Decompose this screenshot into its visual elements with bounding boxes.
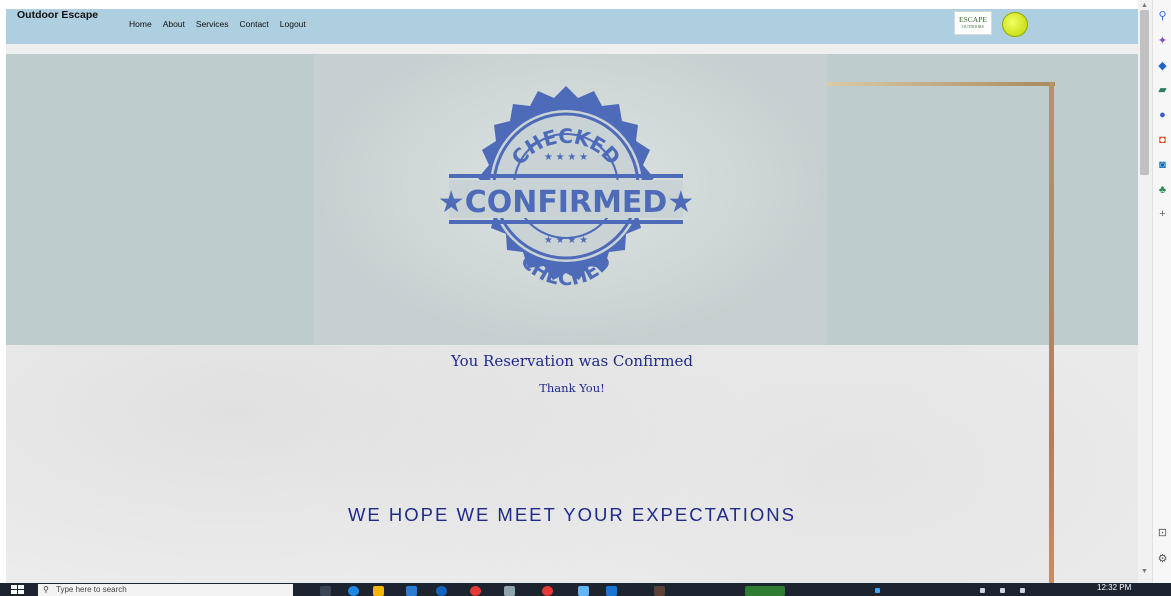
screen: Outdoor Escape Home About Services Conta… — [0, 0, 1171, 596]
battery-icon[interactable] — [1020, 588, 1025, 593]
confirmed-stamp: CHECKED ★ ★ ★ ★ ★CONFIRMED★ ★ ★ ★ ★ CHEC… — [439, 86, 693, 290]
taskbar-search-placeholder: Type here to search — [56, 585, 127, 594]
outlook-icon[interactable]: ◙ — [1156, 159, 1169, 172]
confirmation-subtitle: Thank You! — [539, 381, 605, 395]
tagline: WE HOPE WE MEET YOUR EXPECTATIONS — [347, 504, 797, 525]
navbar: Outdoor Escape Home About Services Conta… — [6, 9, 1138, 44]
stamp-center-text: ★CONFIRMED★ — [439, 185, 693, 220]
decor-frame-top — [827, 82, 1055, 86]
opera-icon[interactable] — [542, 586, 553, 596]
chrome-icon[interactable] — [470, 586, 481, 596]
tray-icon[interactable] — [980, 588, 985, 593]
nav-services[interactable]: Services — [196, 19, 229, 29]
edge-browser-icon[interactable] — [348, 586, 359, 596]
stamp-stars-top: ★ ★ ★ ★ — [544, 152, 588, 163]
tree-icon[interactable]: ♣ — [1156, 184, 1169, 197]
logo-box: ESCAPE OUTDOORS — [954, 11, 992, 35]
windows-start-icon[interactable] — [11, 585, 24, 595]
logo-text: ESCAPE — [959, 15, 987, 24]
nav-home[interactable]: Home — [129, 19, 152, 29]
shopping-icon[interactable]: ◆ — [1156, 60, 1169, 73]
scroll-up-icon[interactable]: ▲ — [1141, 2, 1148, 9]
taskbar: ⚲ Type here to search 12:32 PM — [0, 583, 1171, 596]
settings-icon[interactable]: ⚙ — [1156, 553, 1169, 566]
nav-contact[interactable]: Contact — [240, 19, 269, 29]
tennis-ball-icon — [1002, 12, 1028, 37]
scroll-down-icon[interactable]: ▼ — [1141, 568, 1148, 575]
taskbar-search-icon: ⚲ — [43, 585, 49, 594]
nav-links: Home About Services Contact Logout — [129, 19, 306, 29]
taskbar-search-input[interactable]: ⚲ Type here to search — [38, 584, 293, 596]
app-icon-active[interactable] — [654, 586, 665, 596]
panel-icon[interactable]: ⊡ — [1156, 527, 1169, 540]
app-icon[interactable] — [578, 586, 589, 596]
notes-icon[interactable] — [504, 586, 515, 596]
office-icon[interactable]: ◘ — [1156, 134, 1169, 147]
app-icon-green[interactable] — [745, 586, 785, 596]
confirmation-title: You Reservation was Confirmed — [451, 352, 693, 370]
tools-icon[interactable]: ▰ — [1156, 84, 1169, 97]
network-icon[interactable] — [875, 588, 880, 593]
store-icon[interactable] — [406, 586, 417, 596]
stamp-band-bottom — [449, 220, 683, 224]
stamp-band-top — [449, 174, 683, 178]
search-icon[interactable]: ⚲ — [1156, 10, 1169, 23]
nav-about[interactable]: About — [163, 19, 185, 29]
edge-sidebar: ⚲ ✦ ◆ ▰ ● ◘ ◙ ♣ + ⊡ ⚙ — [1152, 0, 1171, 583]
edge-app-icon[interactable] — [436, 586, 447, 596]
vertical-scrollbar[interactable]: ▲ ▼ — [1138, 0, 1152, 583]
file-explorer-icon[interactable] — [373, 586, 384, 596]
add-icon[interactable]: + — [1156, 208, 1169, 221]
task-view-icon[interactable] — [320, 586, 331, 596]
nav-logout[interactable]: Logout — [280, 19, 306, 29]
vscode-icon[interactable] — [606, 586, 617, 596]
browser-viewport: Outdoor Escape Home About Services Conta… — [6, 9, 1138, 583]
people-icon[interactable]: ● — [1156, 109, 1169, 122]
stamp-stars-bottom: ★ ★ ★ ★ — [544, 235, 588, 246]
copilot-icon[interactable]: ✦ — [1156, 35, 1169, 48]
taskbar-clock[interactable]: 12:32 PM — [1097, 583, 1131, 592]
site-brand[interactable]: Outdoor Escape — [17, 9, 98, 21]
site-logo[interactable]: ESCAPE OUTDOORS — [954, 11, 1040, 39]
volume-icon[interactable] — [1000, 588, 1005, 593]
logo-subtext: OUTDOORS — [962, 24, 984, 29]
scroll-thumb[interactable] — [1140, 10, 1149, 175]
